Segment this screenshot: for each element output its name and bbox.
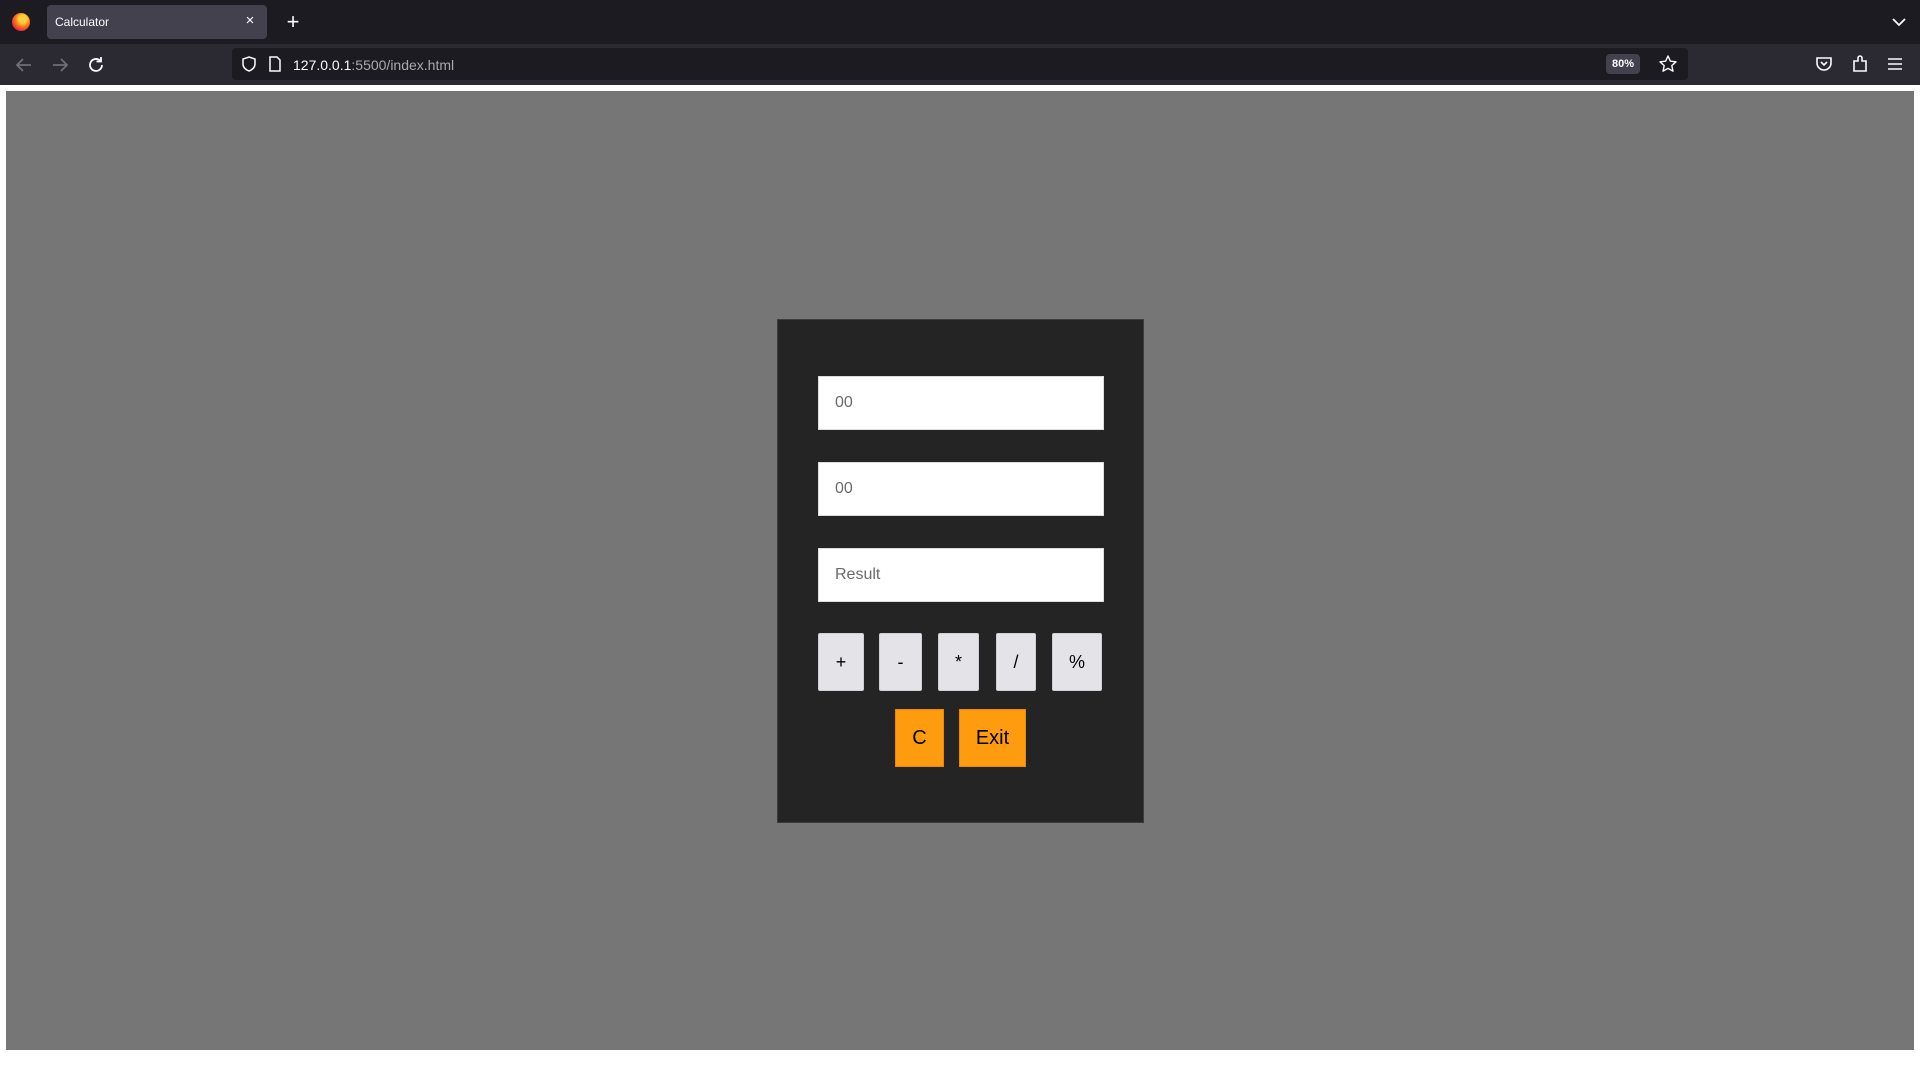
calculator-panel: + - * / % C Exit — [777, 319, 1144, 823]
url-path: :5500/index.html — [351, 57, 455, 73]
browser-tab-strip: Calculator × + — [0, 0, 1920, 44]
extensions-icon[interactable] — [1849, 53, 1871, 75]
pocket-icon[interactable] — [1813, 53, 1835, 75]
first-number-input[interactable] — [818, 376, 1104, 430]
shield-icon[interactable] — [240, 55, 258, 73]
address-bar[interactable]: 127.0.0.1:5500/index.html 80% — [232, 48, 1688, 80]
multiply-button[interactable]: * — [938, 633, 979, 691]
second-number-input[interactable] — [818, 462, 1104, 516]
close-tab-icon[interactable]: × — [241, 12, 259, 30]
clear-button[interactable]: C — [895, 709, 944, 767]
browser-nav-bar: 127.0.0.1:5500/index.html 80% — [0, 44, 1920, 85]
percent-button[interactable]: % — [1052, 633, 1102, 691]
browser-tab[interactable]: Calculator × — [47, 5, 267, 39]
zoom-level-badge[interactable]: 80% — [1605, 54, 1640, 74]
tab-title: Calculator — [55, 15, 110, 29]
url-host: 127.0.0.1 — [293, 57, 352, 73]
forward-arrow-icon[interactable] — [48, 53, 72, 77]
menu-icon[interactable] — [1884, 53, 1906, 75]
firefox-logo-icon — [12, 13, 30, 31]
add-button[interactable]: + — [818, 633, 864, 691]
exit-button[interactable]: Exit — [959, 709, 1026, 767]
divide-button[interactable]: / — [996, 633, 1036, 691]
star-icon[interactable] — [1658, 54, 1678, 74]
url-text[interactable]: 127.0.0.1:5500/index.html — [293, 57, 454, 73]
page-icon — [269, 56, 281, 72]
page-viewport: + - * / % C Exit — [6, 91, 1914, 1050]
reload-icon[interactable] — [84, 53, 108, 77]
subtract-button[interactable]: - — [879, 633, 922, 691]
chevron-down-icon[interactable] — [1888, 11, 1910, 33]
back-arrow-icon[interactable] — [12, 53, 36, 77]
result-field[interactable] — [818, 548, 1104, 602]
new-tab-plus-icon[interactable]: + — [281, 10, 305, 34]
